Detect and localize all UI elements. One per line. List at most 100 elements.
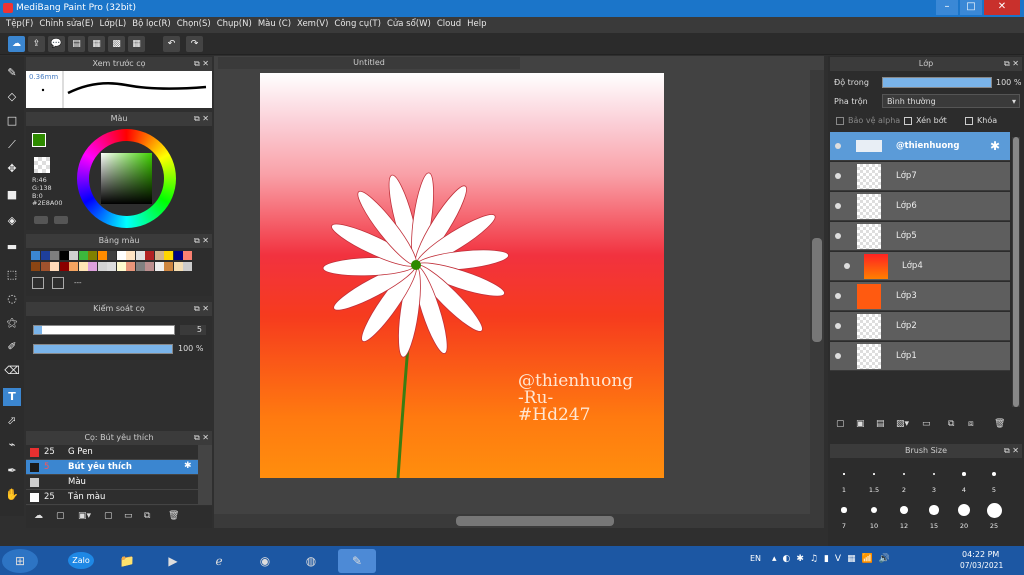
- color-mode-button[interactable]: [34, 216, 48, 224]
- brush-size-preset[interactable]: [929, 505, 939, 515]
- palette-swatch[interactable]: [88, 251, 97, 260]
- bucket-icon[interactable]: ◈: [3, 212, 21, 230]
- layer-row[interactable]: @thienhuong ✱: [830, 132, 1010, 161]
- new-palette-icon[interactable]: [32, 277, 44, 289]
- brush-size-preset[interactable]: [841, 507, 847, 513]
- menu-layer[interactable]: Lớp(L): [94, 17, 127, 29]
- palette-swatch[interactable]: [145, 251, 154, 260]
- palette-swatch[interactable]: [31, 262, 40, 271]
- brush-size-preset[interactable]: [958, 504, 970, 516]
- brush-size-preset[interactable]: [843, 473, 845, 475]
- panel-close-icon[interactable]: ⧉ ✕: [1004, 57, 1019, 71]
- brush-size-preset[interactable]: [962, 472, 966, 476]
- magic-wand-icon[interactable]: ⚝: [3, 314, 21, 332]
- brush-size-preset[interactable]: [873, 473, 875, 475]
- select-icon[interactable]: ⬚: [3, 266, 21, 284]
- menu-file[interactable]: Tệp(F): [0, 17, 33, 29]
- palette-swatch[interactable]: [154, 262, 164, 271]
- palette-swatch[interactable]: [116, 251, 126, 260]
- layer-row[interactable]: Lớp5: [830, 222, 1010, 251]
- comment-icon[interactable]: 💬: [48, 36, 65, 52]
- page-icon[interactable]: ▤: [68, 36, 85, 52]
- clip-checkbox[interactable]: [904, 117, 912, 125]
- medibang-taskbar-icon[interactable]: ✎: [338, 549, 376, 573]
- layer-row[interactable]: Lớp7: [830, 162, 1010, 191]
- material-icon[interactable]: ▩: [108, 36, 125, 52]
- palette-swatch[interactable]: [107, 251, 116, 260]
- dot-icon[interactable]: □: [3, 112, 21, 130]
- new-8bit-layer-icon[interactable]: ▤: [876, 419, 885, 429]
- artwork-canvas[interactable]: @thienhuong -Ru- #Hd247: [260, 73, 664, 478]
- start-icon[interactable]: ⊞: [2, 549, 38, 573]
- menu-color[interactable]: Màu (C): [252, 17, 291, 29]
- explorer-icon[interactable]: 📁: [108, 549, 146, 573]
- saturation-square[interactable]: [101, 153, 152, 204]
- brush-size-value[interactable]: 5: [180, 325, 206, 335]
- maximize-button[interactable]: □: [960, 0, 982, 15]
- internet-explorer-icon[interactable]: ℯ: [200, 549, 238, 573]
- lock-checkbox[interactable]: [965, 117, 973, 125]
- chrome-icon[interactable]: ◉: [246, 549, 284, 573]
- palette-swatch[interactable]: [126, 262, 135, 271]
- trash-icon[interactable]: 🗑: [168, 511, 179, 521]
- palette-swatch[interactable]: [31, 251, 40, 260]
- palette-swatch[interactable]: [78, 262, 88, 271]
- palette-swatch[interactable]: [40, 251, 50, 260]
- new-brush-icon[interactable]: ▢: [56, 511, 65, 521]
- brush-size-preset[interactable]: [870, 506, 878, 514]
- palette-swatch[interactable]: [107, 262, 116, 271]
- brush-size-preset[interactable]: [986, 502, 1002, 518]
- panel-close-icon[interactable]: ⧉ ✕: [194, 57, 209, 71]
- new-layer-icon[interactable]: ▢: [836, 419, 845, 429]
- minimize-button[interactable]: –: [936, 0, 958, 15]
- copy-brush-icon[interactable]: ⧉: [144, 511, 150, 521]
- palette-swatch[interactable]: [59, 251, 69, 260]
- palette-swatch[interactable]: [50, 262, 59, 271]
- layer-visibility-icon[interactable]: [835, 233, 841, 239]
- layer-row[interactable]: Lớp4: [830, 252, 1010, 281]
- fill-rect-icon[interactable]: ■: [3, 186, 21, 204]
- text-icon[interactable]: T: [3, 388, 21, 406]
- palette-swatch[interactable]: [97, 262, 107, 271]
- delete-layer-icon[interactable]: 🗑: [994, 419, 1005, 429]
- palette-swatch[interactable]: [69, 262, 78, 271]
- folder-icon[interactable]: ▭: [124, 511, 133, 521]
- brush-icon[interactable]: ✎: [3, 64, 21, 82]
- layer-visibility-icon[interactable]: [844, 263, 850, 269]
- vertical-scroll-thumb[interactable]: [812, 238, 822, 342]
- palette-swatch[interactable]: [154, 251, 164, 260]
- document-tab[interactable]: Untitled: [218, 57, 520, 69]
- layer-folder-icon[interactable]: ▭: [922, 419, 931, 429]
- layer-settings-icon[interactable]: ✱: [990, 139, 1000, 153]
- layer-row[interactable]: Lớp3: [830, 282, 1010, 311]
- menu-cloud[interactable]: Cloud: [431, 17, 461, 29]
- palette-swatch[interactable]: [59, 262, 69, 271]
- brush-size-preset[interactable]: [900, 506, 908, 514]
- brush-list-item[interactable]: 5 Bút yêu thích ✱: [26, 460, 198, 475]
- merge-layer-icon[interactable]: ⧈: [968, 419, 974, 429]
- add-layer-menu-icon[interactable]: ▧▾: [896, 419, 909, 429]
- brush-settings-icon[interactable]: ✱: [184, 461, 192, 471]
- palette-swatch[interactable]: [97, 251, 107, 260]
- brush-size-preset[interactable]: [932, 472, 936, 476]
- color-mode-button-2[interactable]: [54, 216, 68, 224]
- alpha-protect-checkbox[interactable]: [836, 117, 844, 125]
- photos-icon[interactable]: ◍: [292, 549, 330, 573]
- brush-list-item[interactable]: 25 Tản màu: [26, 490, 198, 505]
- document-icon[interactable]: ▦: [88, 36, 105, 52]
- select-eraser-icon[interactable]: ⌫: [3, 362, 21, 380]
- palette-swatch[interactable]: [88, 262, 97, 271]
- grid-icon[interactable]: ▦: [128, 36, 145, 52]
- palette-swatch[interactable]: [173, 251, 183, 260]
- panel-close-icon[interactable]: ⧉ ✕: [194, 234, 209, 248]
- layer-visibility-icon[interactable]: [835, 323, 841, 329]
- palette-swatch[interactable]: [164, 262, 173, 271]
- layer-scrollbar[interactable]: [1012, 137, 1020, 407]
- layer-visibility-icon[interactable]: [835, 293, 841, 299]
- undo-icon[interactable]: ↶: [163, 36, 180, 52]
- palette-swatch[interactable]: [183, 251, 192, 260]
- layer-visibility-icon[interactable]: [835, 143, 841, 149]
- panel-close-icon[interactable]: ⧉ ✕: [194, 112, 209, 126]
- palette-swatch[interactable]: [135, 262, 145, 271]
- menu-view[interactable]: Xem(V): [291, 17, 328, 29]
